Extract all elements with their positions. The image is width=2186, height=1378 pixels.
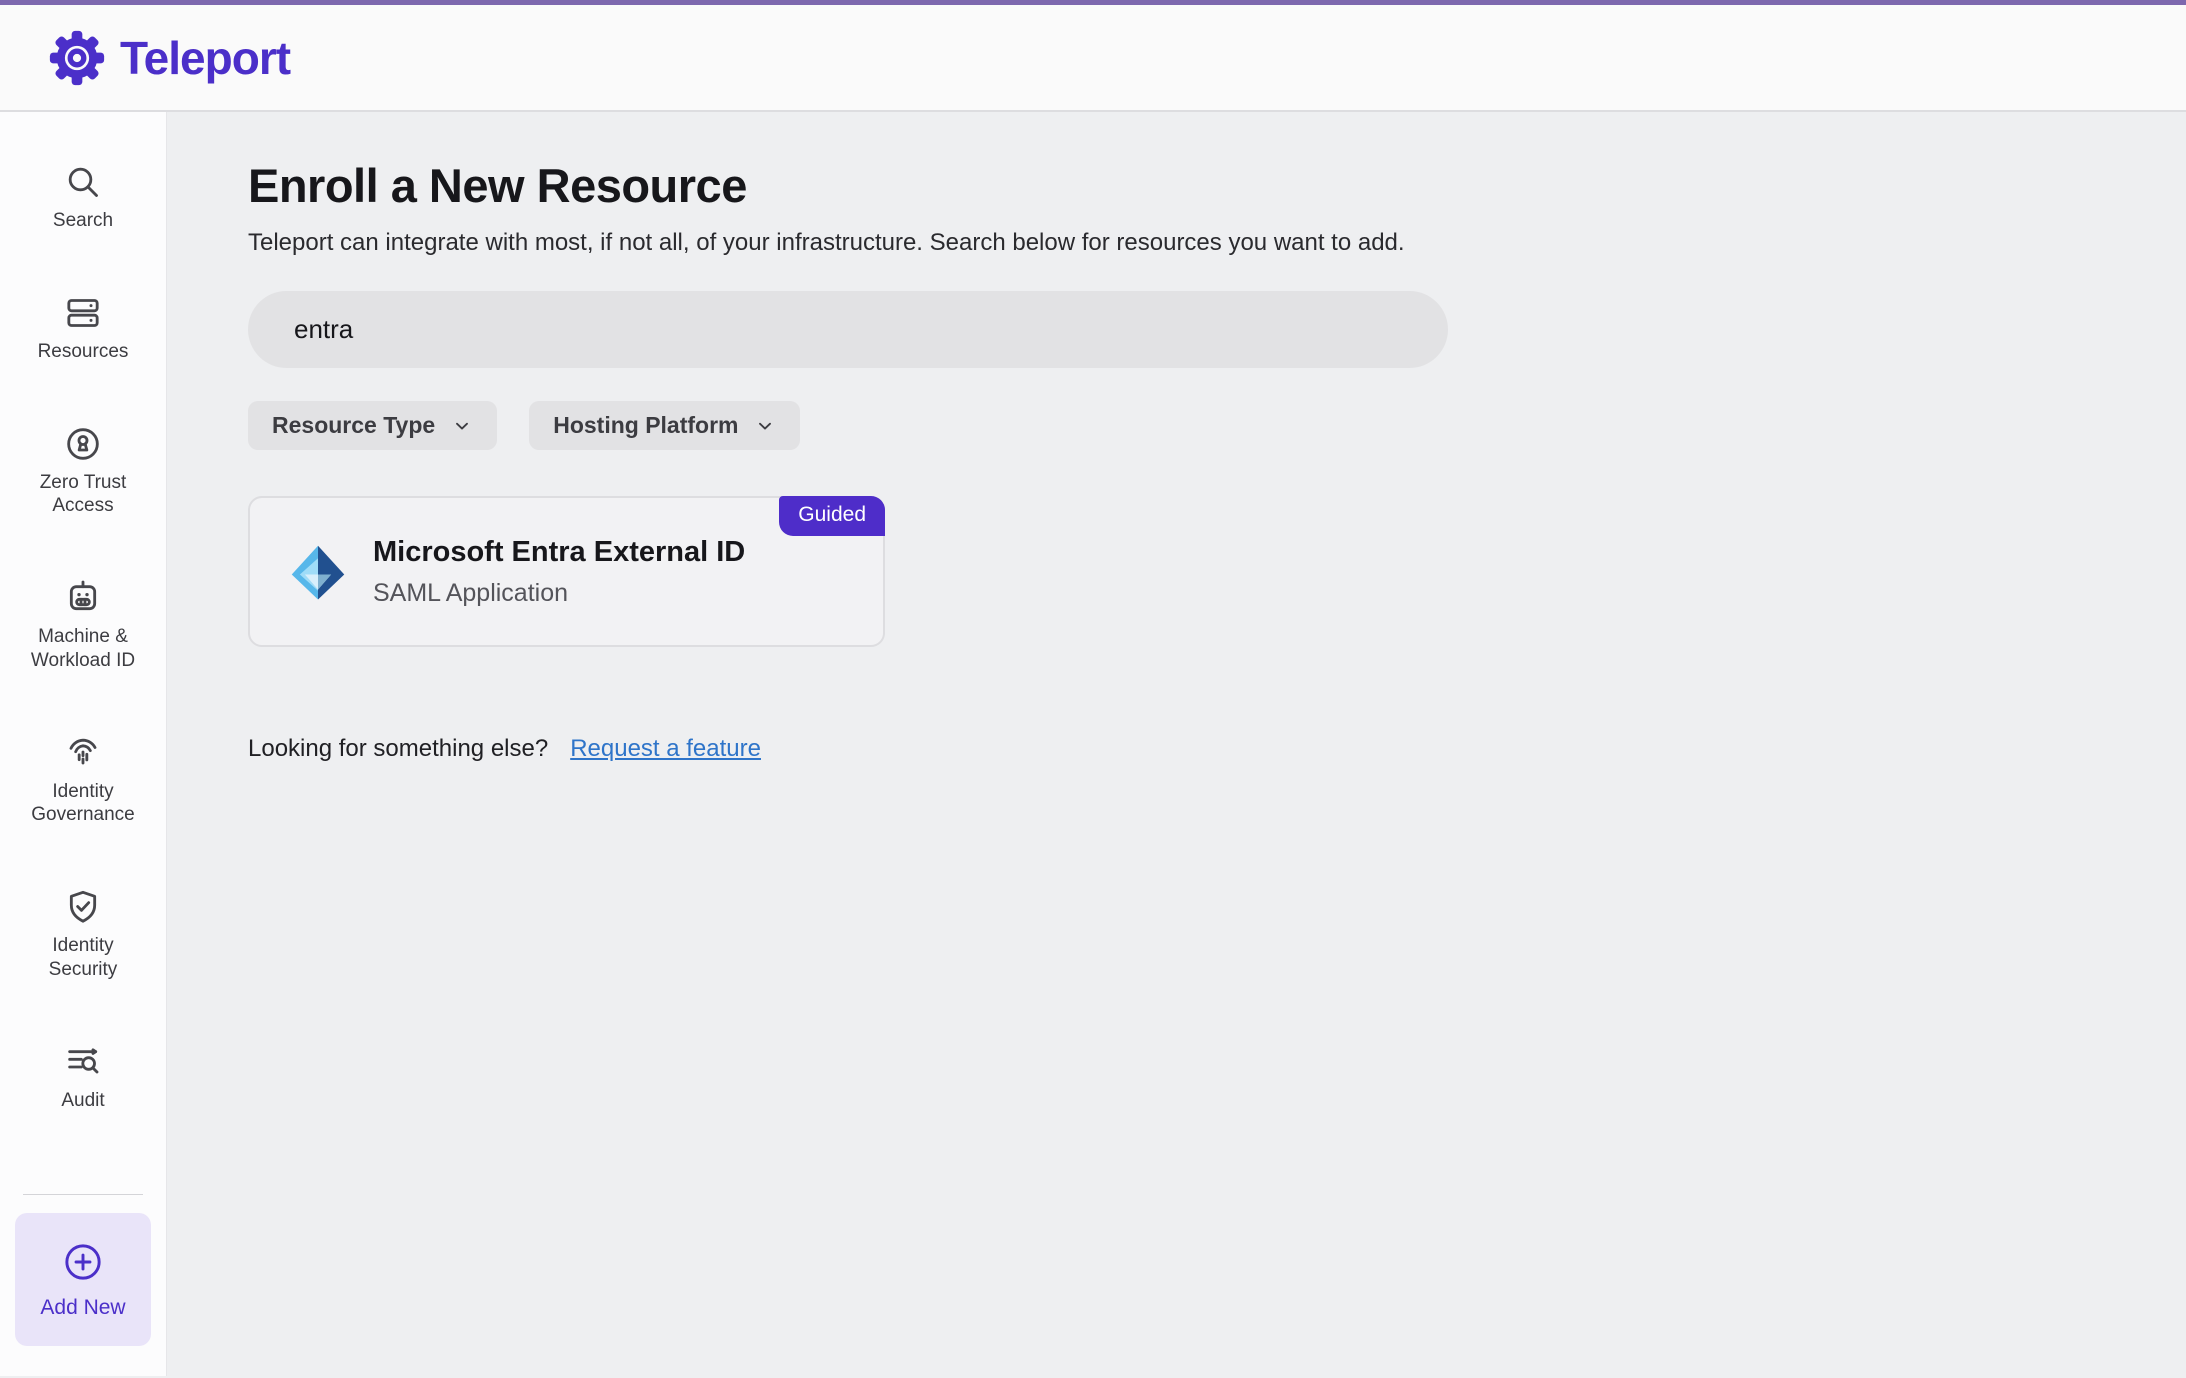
resource-type-filter-label: Resource Type — [272, 412, 435, 439]
teleport-logo-text: Teleport — [120, 31, 290, 85]
sidebar-divider — [23, 1194, 143, 1195]
machine-workload-id-icon — [63, 578, 103, 618]
identity-security-icon — [63, 887, 103, 927]
filter-bar: Resource Type Hosting Platform — [248, 401, 2186, 450]
add-new-plus-icon — [61, 1240, 105, 1284]
main-content: Enroll a New Resource Teleport can integ… — [167, 112, 2186, 1376]
sidebar-item-identity-governance[interactable]: Identity Governance — [18, 733, 148, 828]
identity-governance-icon — [63, 733, 103, 773]
sidebar-item-label: Zero Trust Access — [18, 471, 148, 519]
page-title: Enroll a New Resource — [248, 158, 2186, 213]
app-header: Teleport — [0, 5, 2186, 112]
sidebar-item-label: Audit — [61, 1089, 104, 1113]
add-new-label: Add New — [40, 1296, 125, 1320]
audit-icon — [63, 1042, 103, 1082]
guided-badge: Guided — [779, 496, 885, 536]
sidebar-item-zero-trust-access[interactable]: Zero Trust Access — [18, 424, 148, 519]
teleport-logo[interactable]: Teleport — [46, 27, 290, 89]
resource-card-subtitle: SAML Application — [373, 579, 745, 608]
page-subtitle: Teleport can integrate with most, if not… — [248, 229, 2186, 257]
chevron-down-icon — [754, 415, 776, 437]
sidebar-item-label: Identity Security — [18, 934, 148, 982]
footer-prompt: Looking for something else? — [248, 735, 548, 763]
resource-card-title: Microsoft Entra External ID — [373, 536, 745, 569]
hosting-platform-filter-label: Hosting Platform — [553, 412, 738, 439]
resource-search-input[interactable] — [248, 291, 1448, 368]
resource-card-microsoft-entra-external-id[interactable]: Guided Microsoft Entra External ID SAML … — [248, 496, 885, 647]
sidebar-item-label: Machine & Workload ID — [18, 625, 148, 673]
sidebar-item-resources[interactable]: Resources — [38, 293, 129, 364]
resource-card-text: Microsoft Entra External ID SAML Applica… — [373, 536, 745, 608]
sidebar-item-add-new[interactable]: Add New — [15, 1213, 151, 1346]
search-icon — [63, 162, 103, 202]
hosting-platform-filter-button[interactable]: Hosting Platform — [529, 401, 800, 450]
request-feature-link[interactable]: Request a feature — [570, 735, 761, 763]
resource-type-filter-button[interactable]: Resource Type — [248, 401, 497, 450]
sidebar-item-label: Search — [53, 209, 113, 233]
footer-row: Looking for something else? Request a fe… — [248, 735, 2186, 763]
sidebar-item-label: Resources — [38, 340, 129, 364]
sidebar-item-label: Identity Governance — [18, 780, 148, 828]
sidebar-item-audit[interactable]: Audit — [61, 1042, 104, 1113]
sidebar-item-identity-security[interactable]: Identity Security — [18, 887, 148, 982]
teleport-gear-icon — [46, 27, 108, 89]
sidebar-item-search[interactable]: Search — [53, 162, 113, 233]
zero-trust-access-icon — [63, 424, 103, 464]
sidebar-item-machine-workload-id[interactable]: Machine & Workload ID — [18, 578, 148, 673]
sidebar-bottom-section: Add New — [0, 1194, 166, 1376]
chevron-down-icon — [451, 415, 473, 437]
resources-icon — [63, 293, 103, 333]
microsoft-entra-icon — [288, 542, 348, 602]
sidebar: Search Resources Zero Trust Access — [0, 112, 167, 1376]
